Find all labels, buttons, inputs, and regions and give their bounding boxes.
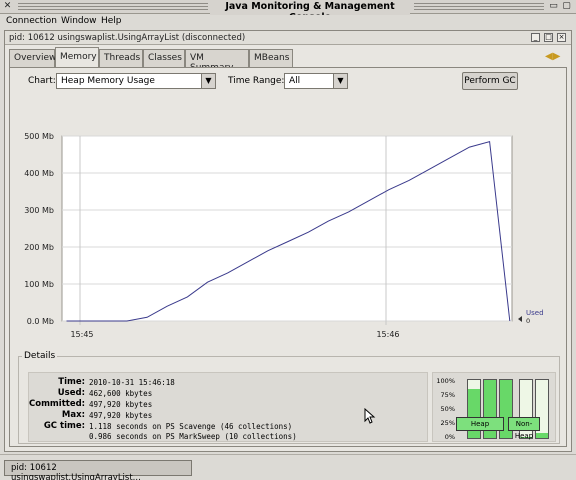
detail-value-committed: 497,920 kbytes (89, 400, 153, 409)
tab-mbeans[interactable]: MBeans (249, 49, 293, 67)
chart-select-value: Heap Memory Usage (61, 76, 155, 86)
menu-help[interactable]: Help (101, 16, 122, 26)
nonheap-button[interactable]: Non-Heap (508, 417, 540, 440)
detail-value-used: 462,600 kbytes (89, 389, 153, 398)
frame-minimize-icon[interactable]: _ (531, 33, 540, 42)
menu-bar: Connection Window Help (0, 15, 576, 29)
time-range-select[interactable]: All ▼ (284, 73, 348, 89)
title-stripes (18, 3, 208, 11)
menu-window[interactable]: Window (61, 16, 97, 26)
detail-key-time: Time: (58, 377, 85, 387)
frame-maximize-icon[interactable]: □ (544, 33, 553, 42)
legend-value: 0 (526, 317, 530, 325)
tab-vm-summary[interactable]: VM Summary (185, 49, 249, 73)
close-icon[interactable]: ✕ (2, 1, 13, 12)
frame-title: pid: 10612 usingswaplist.UsingArrayList … (9, 33, 246, 43)
detail-key-max: Max: (61, 410, 85, 420)
tab-memory[interactable]: Memory (55, 47, 99, 67)
pct-label: 25% (440, 419, 455, 427)
x-tick-label: 15:46 (376, 330, 399, 339)
detail-value-max: 497,920 kbytes (89, 411, 153, 420)
detail-key-gc-time: GC time: (43, 421, 85, 431)
detail-key-committed: Committed: (29, 399, 86, 409)
frame-close-icon[interactable]: × (557, 33, 566, 42)
tab-classes[interactable]: Classes (143, 49, 185, 67)
legend-marker-icon (518, 316, 522, 322)
perform-gc-button[interactable]: Perform GC (462, 72, 518, 90)
tab-overview[interactable]: Overview (9, 49, 56, 67)
y-tick-label: 500 Mb (24, 132, 54, 141)
heap-button[interactable]: Heap (456, 417, 504, 431)
chart-label: Chart: (28, 76, 56, 86)
pct-label: 50% (440, 405, 455, 413)
tab-threads[interactable]: Threads (99, 49, 143, 67)
detail-key-used: Used: (57, 388, 85, 398)
chart-select[interactable]: Heap Memory Usage ▼ (56, 73, 216, 89)
mouse-pointer-icon (364, 408, 376, 424)
x-tick-label: 15:45 (70, 330, 93, 339)
chevron-down-icon: ▼ (201, 74, 215, 88)
plot-area (61, 135, 513, 322)
tab-scroll-arrows-icon[interactable]: ◀▶ (545, 51, 563, 62)
frame-title-bar[interactable]: pid: 10612 usingswaplist.UsingArrayList … (5, 31, 571, 45)
minimize-icon[interactable]: ▭ (548, 1, 559, 12)
details-heading: Details (22, 351, 58, 361)
taskbar: pid: 10612 usingswaplist.UsingArrayList.… (0, 454, 576, 480)
time-range-value: All (289, 76, 301, 86)
chevron-down-icon: ▼ (333, 74, 347, 88)
detail-value-gc-scavenge: 1.118 seconds on PS Scavenge (46 collect… (89, 422, 293, 431)
y-tick-label: 300 Mb (24, 206, 54, 215)
details-text-area: Time: 2010-10-31 15:46:18 Used: 462,600 … (28, 372, 428, 442)
detail-value-gc-marksweep: 0.986 seconds on PS MarkSweep (10 collec… (89, 432, 297, 441)
y-tick-label: 200 Mb (24, 243, 54, 252)
pct-label: 100% (436, 377, 455, 385)
pct-label: 75% (440, 391, 455, 399)
connection-frame: pid: 10612 usingswaplist.UsingArrayList … (4, 30, 572, 452)
maximize-icon[interactable]: ▢ (561, 1, 572, 12)
memory-chart: 500 Mb 400 Mb 300 Mb 200 Mb 100 Mb 0.0 Mb 15:4… (24, 132, 544, 339)
detail-value-time: 2010-10-31 15:46:18 (89, 378, 175, 387)
legend-label: Used (526, 309, 544, 317)
pct-label: 0% (444, 433, 455, 441)
nonheap-pool-fill (536, 433, 548, 438)
title-stripes-right (414, 3, 544, 11)
y-tick-label: 400 Mb (24, 169, 54, 178)
y-tick-label: 100 Mb (24, 280, 54, 289)
title-bar[interactable]: ✕ Java Monitoring & Management Console ▭… (0, 0, 576, 23)
menu-connection[interactable]: Connection (6, 16, 57, 26)
time-range-label: Time Range: (228, 76, 285, 86)
memory-pool-bars: 100% 75% 50% 25% 0% (432, 372, 556, 442)
taskbar-window-button[interactable]: pid: 10612 usingswaplist.UsingArrayList.… (4, 460, 192, 480)
y-tick-label: 0.0 Mb (27, 317, 54, 326)
memory-panel: Chart: Heap Memory Usage ▼ Time Range: A… (9, 67, 567, 447)
